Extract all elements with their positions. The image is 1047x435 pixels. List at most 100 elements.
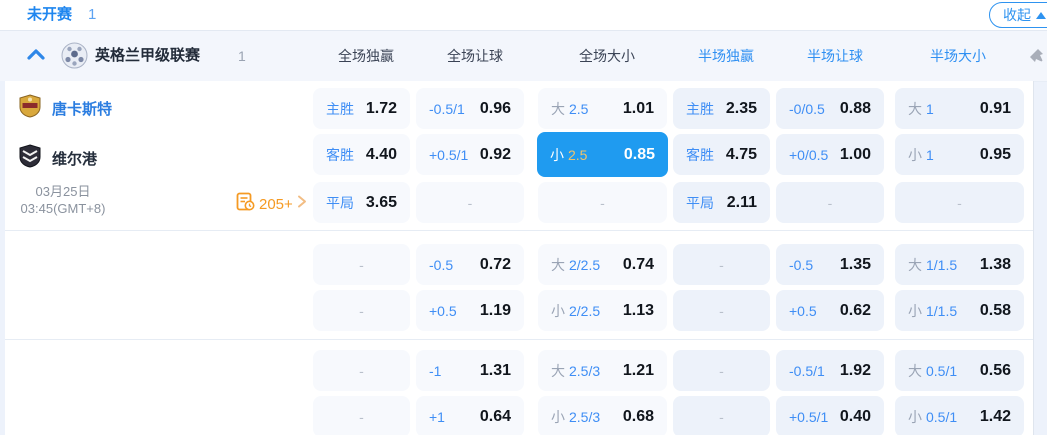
odds-cell[interactable]: 大 2.5/3 1.21 bbox=[538, 350, 667, 391]
ou-line: 1/1.5 bbox=[926, 302, 958, 319]
odds-value: 1.00 bbox=[839, 145, 871, 163]
column-header[interactable]: 半场大小 bbox=[930, 31, 986, 81]
odds-label: +0/0.5 bbox=[789, 146, 829, 163]
odds-cell[interactable]: 主胜 1.72 bbox=[313, 88, 410, 129]
odds-cell[interactable]: 客胜 4.75 bbox=[673, 134, 770, 175]
odds-cell[interactable]: +0.5 0.62 bbox=[776, 290, 884, 331]
ou-prefix: 小 bbox=[908, 408, 922, 425]
home-team-row[interactable]: 唐卡斯特 bbox=[0, 88, 112, 129]
odds-label: 小 2.5 bbox=[550, 145, 587, 165]
odds-value: 0.56 bbox=[979, 361, 1011, 379]
odds-cell[interactable]: 小 2/2.5 1.13 bbox=[538, 290, 667, 331]
odds-cell[interactable]: -0.5/1 0.96 bbox=[416, 88, 524, 129]
odds-cell[interactable]: 小 2.5 0.85 bbox=[537, 132, 668, 177]
empty-odds-cell: - bbox=[313, 396, 410, 435]
odds-value: 0.68 bbox=[622, 407, 654, 425]
odds-value: 0.91 bbox=[979, 99, 1011, 117]
odds-cell[interactable]: 主胜 2.35 bbox=[673, 88, 770, 129]
column-header[interactable]: 全场大小 bbox=[579, 31, 635, 81]
column-header[interactable]: 全场让球 bbox=[447, 31, 503, 81]
away-team-badge-icon bbox=[19, 144, 41, 173]
ou-line: 2.5 bbox=[568, 146, 588, 163]
odds-label: 小1 bbox=[908, 145, 934, 165]
odds-label: +1 bbox=[429, 408, 445, 425]
odds-cell[interactable]: +0.5 1.19 bbox=[416, 290, 524, 331]
odds-label: +0.5/1 bbox=[789, 408, 829, 425]
odds-value: 0.62 bbox=[839, 301, 871, 319]
column-header[interactable]: 全场独赢 bbox=[338, 31, 394, 81]
empty-odds-cell: - bbox=[776, 182, 884, 223]
pin-icon[interactable] bbox=[1029, 48, 1044, 68]
home-team-name: 唐卡斯特 bbox=[52, 101, 113, 118]
odds-value: 0.58 bbox=[979, 301, 1011, 319]
odds-value: 2.35 bbox=[725, 99, 757, 117]
odds-label: -0.5/1 bbox=[429, 100, 465, 117]
odds-label: 大1 bbox=[908, 99, 934, 119]
odds-label: -1 bbox=[429, 362, 442, 379]
ou-prefix: 小 bbox=[908, 146, 922, 163]
odds-cell[interactable]: -1 1.31 bbox=[416, 350, 524, 391]
ou-prefix: 小 bbox=[551, 302, 565, 319]
group-divider bbox=[0, 339, 1033, 340]
empty-odds-cell: - bbox=[673, 244, 770, 285]
odds-label: -0/0.5 bbox=[789, 100, 825, 117]
stats-icon bbox=[236, 192, 255, 216]
ou-line: 0.5/1 bbox=[926, 362, 958, 379]
odds-label: 平局 bbox=[686, 194, 714, 211]
match-datetime: 03月25日 03:45(GMT+8) bbox=[6, 183, 120, 217]
triangle-up-icon bbox=[1036, 11, 1046, 19]
odds-cell[interactable]: 平局 2.11 bbox=[673, 182, 770, 223]
odds-value: 1.35 bbox=[839, 255, 871, 273]
odds-label: 客胜 bbox=[686, 146, 714, 163]
collapse-button[interactable]: 收起 bbox=[989, 2, 1047, 28]
odds-value: 1.01 bbox=[622, 99, 654, 117]
odds-value: 0.92 bbox=[479, 145, 511, 163]
empty-odds-cell: - bbox=[673, 350, 770, 391]
odds-cell[interactable]: 大 1 0.91 bbox=[895, 88, 1024, 129]
odds-label: 小 2.5/3 bbox=[551, 407, 600, 427]
odds-cell[interactable]: -0.5 0.72 bbox=[416, 244, 524, 285]
empty-odds-cell: - bbox=[895, 182, 1024, 223]
league-name[interactable]: 英格兰甲级联赛 bbox=[95, 31, 200, 81]
more-markets-link[interactable]: 205+ bbox=[236, 192, 307, 216]
ou-prefix: 小 bbox=[551, 408, 565, 425]
group-divider bbox=[0, 230, 1033, 231]
empty-odds-cell: - bbox=[313, 290, 410, 331]
empty-odds-cell: - bbox=[673, 290, 770, 331]
chevron-up-icon[interactable] bbox=[27, 48, 45, 67]
odds-label: +0.5/1 bbox=[429, 146, 469, 163]
odds-cell[interactable]: +0.5/1 0.92 bbox=[416, 134, 524, 175]
odds-cell[interactable]: +0.5/1 0.40 bbox=[776, 396, 884, 435]
odds-cell[interactable]: 大 1/1.5 1.38 bbox=[895, 244, 1024, 285]
odds-cell[interactable]: 大 2.5 1.01 bbox=[538, 88, 667, 129]
odds-cell[interactable]: +1 0.64 bbox=[416, 396, 524, 435]
ou-prefix: 大 bbox=[551, 362, 565, 379]
odds-cell[interactable]: 小 1 0.95 bbox=[895, 134, 1024, 175]
column-header[interactable]: 半场让球 bbox=[807, 31, 863, 81]
odds-cell[interactable]: 平局 3.65 bbox=[313, 182, 410, 223]
odds-cell[interactable]: 客胜 4.40 bbox=[313, 134, 410, 175]
topbar: 未开赛 1 收起 bbox=[0, 0, 1047, 31]
odds-cell[interactable]: 大 2/2.5 0.74 bbox=[538, 244, 667, 285]
odds-cell[interactable]: 小 1/1.5 0.58 bbox=[895, 290, 1024, 331]
column-header[interactable]: 半场独赢 bbox=[698, 31, 754, 81]
league-header: 英格兰甲级联赛 1 全场独赢 全场让球 全场大小 半场独赢 半场让球 半场大小 bbox=[0, 31, 1047, 82]
odds-value: 0.72 bbox=[479, 255, 511, 273]
odds-value: 0.64 bbox=[479, 407, 511, 425]
odds-cell[interactable]: -0.5/1 1.92 bbox=[776, 350, 884, 391]
odds-cell[interactable]: -0.5 1.35 bbox=[776, 244, 884, 285]
odds-value: 0.85 bbox=[623, 145, 655, 163]
odds-cell[interactable]: 小 0.5/1 1.42 bbox=[895, 396, 1024, 435]
odds-cell[interactable]: 大 0.5/1 0.56 bbox=[895, 350, 1024, 391]
away-team-row[interactable]: 维尔港 bbox=[0, 138, 97, 179]
odds-label: -0.5 bbox=[429, 256, 454, 273]
odds-label: 大 2.5 bbox=[551, 99, 588, 119]
odds-label: 主胜 bbox=[326, 100, 354, 117]
empty-odds-cell: - bbox=[313, 244, 410, 285]
chevron-right-icon bbox=[297, 195, 307, 213]
odds-cell[interactable]: +0/0.5 1.00 bbox=[776, 134, 884, 175]
odds-cell[interactable]: -0/0.5 0.88 bbox=[776, 88, 884, 129]
status-count: 1 bbox=[88, 6, 97, 23]
odds-cell[interactable]: 小 2.5/3 0.68 bbox=[538, 396, 667, 435]
ou-line: 1 bbox=[926, 146, 934, 163]
